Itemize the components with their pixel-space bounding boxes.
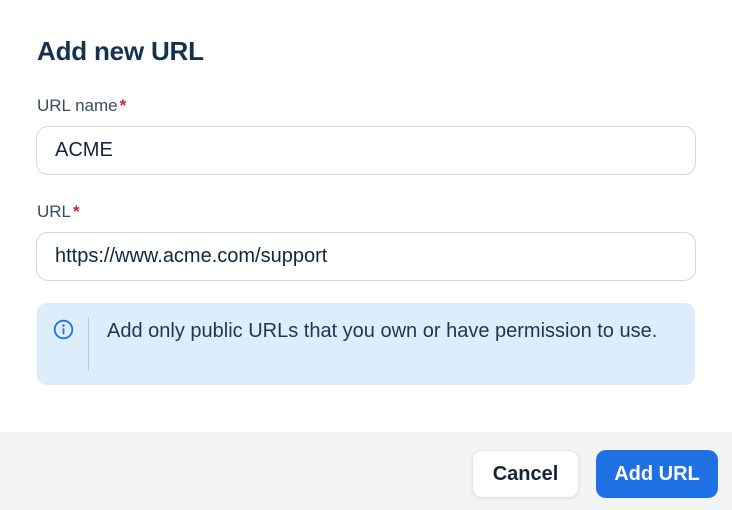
- url-name-label-text: URL name: [37, 96, 118, 115]
- required-asterisk: *: [73, 202, 80, 221]
- url-input[interactable]: https://www.acme.com/support: [36, 232, 696, 281]
- dialog-footer: Cancel Add URL: [0, 432, 732, 510]
- add-url-dialog: Add new URL URL name * ACME URL * https://…: [0, 0, 732, 510]
- required-asterisk: *: [119, 96, 127, 115]
- add-url-button[interactable]: Add URL: [596, 450, 718, 498]
- cancel-button[interactable]: Cancel: [472, 450, 579, 498]
- url-name-label: URL name *: [37, 96, 126, 116]
- dialog-title: Add new URL: [37, 36, 204, 66]
- url-label: URL *: [37, 202, 80, 222]
- url-label-text: URL: [37, 202, 72, 221]
- url-value: https://www.acme.com/support: [55, 245, 328, 267]
- url-name-input[interactable]: ACME: [36, 126, 696, 175]
- notice-divider: [88, 317, 89, 371]
- notice-text: Add only public URLs that you own or hav…: [107, 320, 658, 342]
- info-notice: Add only public URLs that you own or hav…: [37, 303, 695, 385]
- info-icon: [53, 319, 74, 340]
- url-name-value: ACME: [55, 139, 113, 161]
